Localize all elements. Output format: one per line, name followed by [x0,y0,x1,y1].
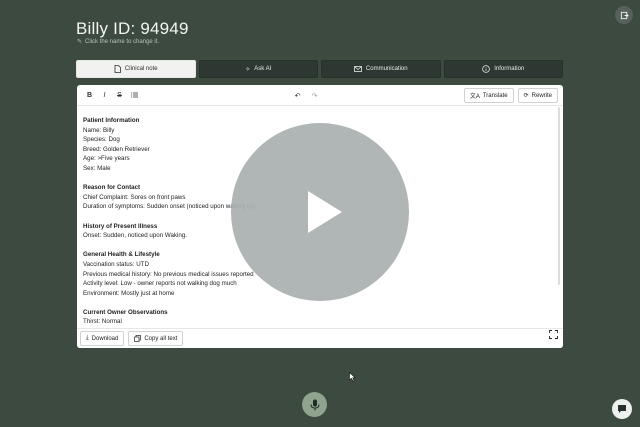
italic-icon: I [103,91,106,99]
expand-icon [549,330,558,339]
microphone-icon [310,399,319,410]
tab-bar: Clinical note ✧ Ask AI Communication Inf… [76,60,563,78]
exit-button[interactable] [615,6,633,24]
redo-button[interactable]: ↷ [308,89,321,102]
translate-icon: 文A [469,94,480,100]
copy-label: Copy all text [144,335,178,342]
strikethrough-icon: S [117,91,122,99]
sparkle-icon: ✧ [245,66,251,73]
page-title[interactable]: Billy ID: 94949 [76,19,189,39]
redo-icon: ↷ [311,92,318,100]
chat-icon [618,405,626,413]
tab-ask-ai[interactable]: ✧ Ask AI [198,60,318,78]
bold-button[interactable]: B [83,89,96,102]
translate-button[interactable]: 文A Translate [463,88,514,103]
rewrite-button[interactable]: ⟳ Rewrite [517,88,558,103]
undo-button[interactable]: ↶ [291,89,304,102]
bullet-list-button[interactable] [128,89,141,102]
editor-toolbar: B I S ↶ ↷ 文A Translate ⟳ Rewrite [77,85,563,106]
list-icon [131,92,138,98]
info-icon [482,65,491,73]
rename-hint-text: Click the name to change it. [85,38,160,45]
mail-icon [354,66,362,72]
editor-footer: ⤓ Download Copy all text [77,328,563,348]
exit-icon [620,11,629,19]
document-icon [114,65,121,73]
tab-communication-label: Communication [365,66,408,72]
translate-label: Translate [482,92,508,99]
download-button[interactable]: ⤓ Download [80,331,125,346]
download-icon: ⤓ [86,335,89,341]
editor-scrollbar[interactable] [558,107,560,285]
chat-button[interactable] [612,399,632,419]
video-play-overlay[interactable] [231,123,409,301]
fullscreen-button[interactable] [549,326,558,344]
record-button[interactable] [302,392,327,417]
play-icon [308,191,342,233]
tab-clinical-note-label: Clinical note [124,66,158,72]
tab-information-label: Information [494,66,525,72]
rename-hint: ✎ Click the name to change it. [77,38,160,46]
refresh-icon: ⟳ [523,93,529,99]
bold-icon: B [86,91,93,99]
mouse-cursor-icon [349,372,356,382]
tab-communication[interactable]: Communication [321,60,441,78]
pencil-icon: ✎ [77,39,83,45]
copy-icon [134,335,142,342]
tab-information[interactable]: Information [443,60,563,78]
strikethrough-button[interactable]: S [113,89,126,102]
italic-button[interactable]: I [98,89,111,102]
tab-clinical-note[interactable]: Clinical note [76,60,196,78]
download-label: Download [91,335,119,342]
copy-all-button[interactable]: Copy all text [128,331,184,346]
note-line: Thirst: Normal [83,318,122,326]
tab-ask-ai-label: Ask AI [254,66,272,72]
section-heading: Current Owner Observations [83,308,168,316]
rewrite-label: Rewrite [531,92,552,99]
undo-icon: ↶ [294,92,301,100]
